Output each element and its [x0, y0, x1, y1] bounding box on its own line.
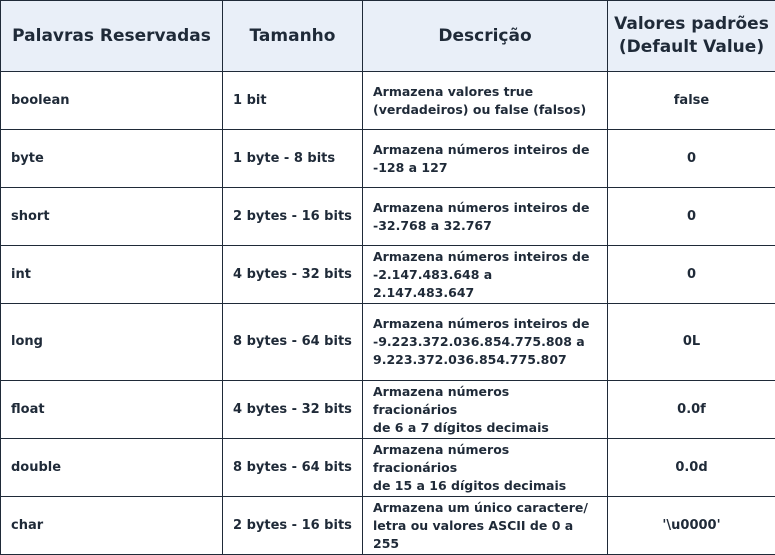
table-row: byte 1 byte - 8 bits Armazena números in…	[0, 129, 775, 188]
description-line: Armazena números inteiros de	[373, 316, 590, 331]
description-line: Armazena números inteiros de	[373, 248, 590, 264]
default-value-cell: 0	[607, 187, 775, 246]
description-line: Armazena um único caractere/	[373, 499, 588, 515]
header-description: Descrição	[362, 0, 608, 72]
default-value-cell: 0.0f	[607, 380, 775, 439]
description-cell: Armazena números inteiros de -128 a 127	[362, 129, 608, 188]
table-row: float 4 bytes - 32 bits Armazena números…	[0, 380, 775, 439]
table-row: long 8 bytes - 64 bits Armazena números …	[0, 303, 775, 381]
description-line: -32.768 a 32.767	[373, 217, 492, 233]
size-cell: 4 bytes - 32 bits	[222, 245, 363, 304]
table-row: int 4 bytes - 32 bits Armazena números i…	[0, 245, 775, 304]
size-cell: 2 bytes - 16 bits	[222, 187, 363, 246]
size-cell: 4 bytes - 32 bits	[222, 380, 363, 439]
table-row: char 2 bytes - 16 bits Armazena um único…	[0, 496, 775, 555]
description-line: 9.223.372.036.854.775.807	[373, 352, 567, 367]
description-line: Armazena números inteiros de	[373, 199, 590, 215]
table-row: short 2 bytes - 16 bits Armazena números…	[0, 187, 775, 246]
description-line: (verdadeiros) ou false (falsos)	[373, 101, 587, 117]
description-cell: Armazena números inteiros de -9.223.372.…	[362, 303, 608, 381]
keyword-cell: char	[0, 496, 223, 555]
table-row: double 8 bytes - 64 bits Armazena número…	[0, 438, 775, 497]
description-cell: Armazena um único caractere/ letra ou va…	[362, 496, 608, 555]
description-line: letra ou valores ASCII de 0 a 255	[373, 517, 574, 551]
description-cell: Armazena números fracionários de 15 a 16…	[362, 438, 608, 497]
keyword-cell: long	[0, 303, 223, 381]
description-line: de 15 a 16 dígitos decimais	[373, 477, 567, 493]
description-line: -2.147.483.648 a 2.147.483.647	[373, 266, 493, 300]
keyword-cell: double	[0, 438, 223, 497]
description-line: Armazena números inteiros de	[373, 141, 590, 157]
description-line: de 6 a 7 dígitos decimais	[373, 419, 549, 435]
default-value-cell: false	[607, 71, 775, 130]
header-keyword: Palavras Reservadas	[0, 0, 223, 72]
description-cell: Armazena valores true (verdadeiros) ou f…	[362, 71, 608, 130]
table-container: Palavras Reservadas Tamanho Descrição Va…	[0, 0, 775, 555]
default-value-cell: 0.0d	[607, 438, 775, 497]
default-value-cell: 0L	[607, 303, 775, 381]
header-default-line-1: Valores padrões	[614, 14, 769, 34]
description-line: Armazena números fracionários	[373, 441, 510, 475]
description-line: -9.223.372.036.854.775.808 a	[373, 334, 585, 349]
java-primitive-types-table: Palavras Reservadas Tamanho Descrição Va…	[0, 0, 775, 555]
size-cell: 8 bytes - 64 bits	[222, 303, 363, 381]
description-cell: Armazena números inteiros de -2.147.483.…	[362, 245, 608, 304]
size-cell: 1 byte - 8 bits	[222, 129, 363, 188]
header-row: Palavras Reservadas Tamanho Descrição Va…	[0, 0, 775, 72]
size-cell: 1 bit	[222, 71, 363, 130]
header-default-value: Valores padrões (Default Value)	[607, 0, 775, 72]
description-line: Armazena números fracionários	[373, 383, 510, 417]
description-line: -128 a 127	[373, 159, 448, 175]
table-row: boolean 1 bit Armazena valores true (ver…	[0, 71, 775, 130]
keyword-cell: short	[0, 187, 223, 246]
keyword-cell: byte	[0, 129, 223, 188]
size-cell: 2 bytes - 16 bits	[222, 496, 363, 555]
description-cell: Armazena números fracionários de 6 a 7 d…	[362, 380, 608, 439]
default-value-cell: '\u0000'	[607, 496, 775, 555]
default-value-cell: 0	[607, 129, 775, 188]
size-cell: 8 bytes - 64 bits	[222, 438, 363, 497]
default-value-cell: 0	[607, 245, 775, 304]
keyword-cell: int	[0, 245, 223, 304]
keyword-cell: boolean	[0, 71, 223, 130]
keyword-cell: float	[0, 380, 223, 439]
description-line: Armazena valores true	[373, 83, 534, 99]
header-size: Tamanho	[222, 0, 363, 72]
description-cell: Armazena números inteiros de -32.768 a 3…	[362, 187, 608, 246]
header-default-line-2: (Default Value)	[618, 37, 765, 57]
